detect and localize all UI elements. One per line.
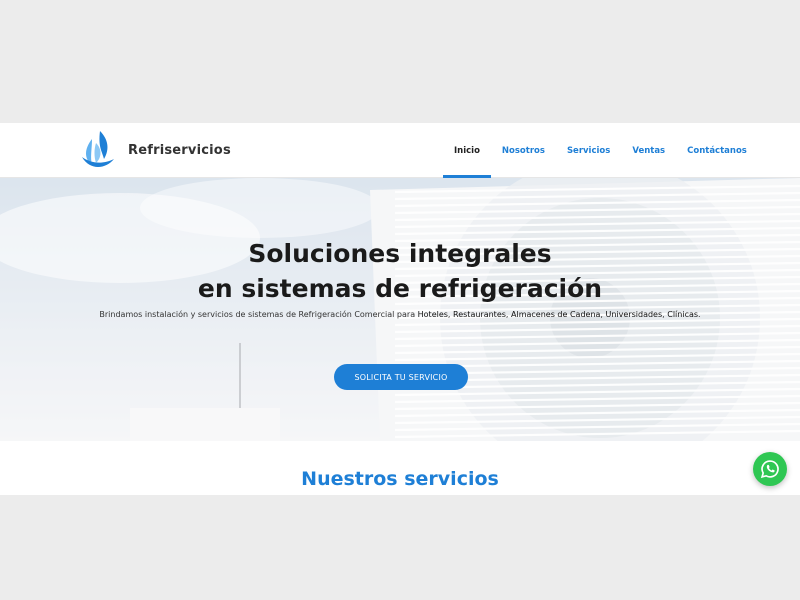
hero-subtitle: Brindamos instalación y servicios de sis…: [99, 310, 701, 319]
hero-subtitle-item: Restaurantes: [453, 310, 506, 319]
hero-section: Soluciones integrales en sistemas de ref…: [0, 178, 800, 441]
nav-item-nosotros[interactable]: Nosotros: [491, 123, 556, 178]
whatsapp-button[interactable]: [753, 452, 787, 486]
nav-item-ventas[interactable]: Ventas: [621, 123, 676, 178]
hero-subtitle-item: Hoteles: [417, 310, 448, 319]
hero-subtitle-item: Almacenes de Cadena: [511, 310, 601, 319]
services-section-title: Nuestros servicios: [301, 468, 499, 490]
brand-logo-icon[interactable]: [78, 129, 118, 171]
hero-subtitle-item: Universidades: [605, 310, 663, 319]
site-header: Refriservicios Inicio Nosotros Servicios…: [0, 123, 800, 178]
website-frame: Refriservicios Inicio Nosotros Servicios…: [0, 123, 800, 495]
hero-subtitle-item: Clínicas: [667, 310, 699, 319]
nav-item-inicio[interactable]: Inicio: [443, 123, 491, 178]
request-service-button[interactable]: SOLICITA TU SERVICIO: [334, 364, 468, 390]
nav-item-contactanos[interactable]: Contáctanos: [676, 123, 758, 178]
nav-item-servicios[interactable]: Servicios: [556, 123, 621, 178]
hero-title-line1: Soluciones integrales: [248, 239, 552, 268]
whatsapp-icon: [760, 460, 779, 479]
main-nav: Inicio Nosotros Servicios Ventas Contáct…: [443, 123, 758, 178]
hero-title-line2: en sistemas de refrigeración: [197, 274, 603, 303]
hero-subtitle-prefix: Brindamos instalación y servicios de sis…: [99, 310, 418, 319]
brand-name[interactable]: Refriservicios: [128, 143, 231, 158]
